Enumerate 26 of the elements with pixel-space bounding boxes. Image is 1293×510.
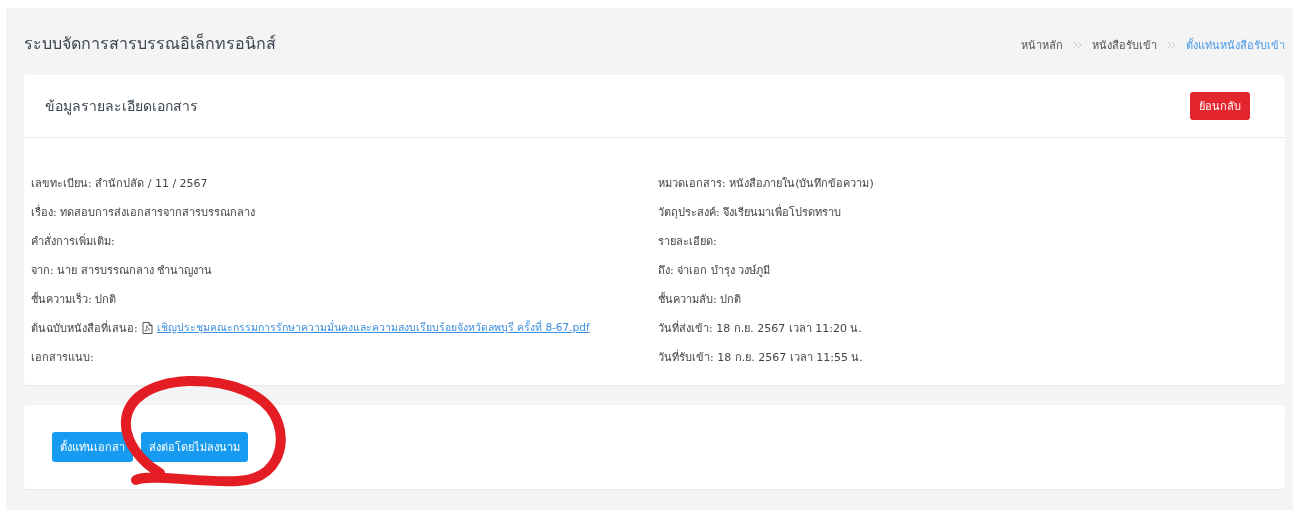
field-text: วันที่ส่งเข้า: 18 ก.ย. 2567 เวลา 11:20 น. <box>658 319 862 337</box>
card-title: ข้อมูลรายละเอียดเอกสาร <box>45 97 198 117</box>
field-text: ถึง: จ่าเอก บำรุง วงษ์ภูมี <box>658 262 771 279</box>
field-text: ชั้นความลับ: ปกติ <box>658 291 742 308</box>
field-text: เลขทะเบียน: สำนักปลัด / 11 / 2567 <box>31 175 208 192</box>
file-link[interactable]: เชิญประชุมคณะกรรมการรักษาความมั่นคงและความสงบเรียบร้อยจังหวัดลพบุรี ครั้งที่ 8-67.pdf <box>156 319 590 336</box>
breadcrumb-link[interactable]: ตั้งแท่นหนังสือรับเข้า <box>1186 35 1285 54</box>
action-button[interactable]: ตั้งแท่นเอกสา <box>52 432 133 462</box>
breadcrumb-link[interactable]: หน้าหลัก <box>1021 35 1063 54</box>
pdf-file-icon <box>141 321 153 334</box>
field-text: รายละเอียด: <box>658 233 717 250</box>
breadcrumb-link[interactable]: หนังสือรับเข้า <box>1092 35 1157 54</box>
page-title: ระบบจัดการสารบรรณอิเล็กทรอนิกส์ <box>24 32 276 55</box>
field-text: จาก: นาย สารบรรณกลาง ชำนาญงาน <box>31 262 213 279</box>
back-button[interactable]: ย้อนกลับ <box>1190 92 1250 120</box>
field-text: คำสั่งการเพิ่มเติม: <box>31 232 115 250</box>
field-label: ต้นฉบับหนังสือที่เสนอ: <box>31 319 138 337</box>
action-button[interactable]: ส่งต่อโดยไม่ลงนาม <box>141 432 248 462</box>
field-text: ชั้นความเร็ว: ปกติ <box>31 291 117 308</box>
field-text: วัตถุประสงค์: จึงเรียนมาเพื่อโปรดทราบ <box>658 203 842 221</box>
chevron-icon <box>1167 40 1176 49</box>
field-text: หมวดเอกสาร: หนังสือภายใน(บันทึกข้อความ) <box>658 175 874 192</box>
chevron-icon <box>1073 40 1082 49</box>
field-text: เอกสารแนบ: <box>31 349 94 366</box>
field-text: เรื่อง: ทดสอบการส่งเอกสารจากสารบรรณกลาง <box>31 203 256 221</box>
field-text: วันที่รับเข้า: 18 ก.ย. 2567 เวลา 11:55 น. <box>658 348 863 366</box>
